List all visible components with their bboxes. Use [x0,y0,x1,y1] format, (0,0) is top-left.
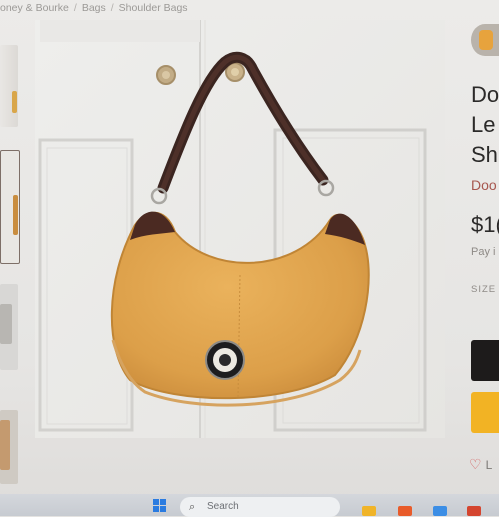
breadcrumb: oney & Bourke / Bags / Shoulder Bags [0,2,360,20]
product-page: oney & Bourke / Bags / Shoulder Bags Do … [0,0,499,517]
buy-now-button[interactable] [471,340,499,381]
breadcrumb-separator: / [110,2,114,14]
breadcrumb-brand[interactable]: oney & Bourke [0,2,69,14]
taskbar-search[interactable]: ⌕ Search [180,497,340,517]
thumbnail-strip [0,40,22,510]
price: $1( [471,212,499,237]
thumbnail-image [0,420,10,470]
pay-installments-text[interactable]: Pay i [471,246,495,258]
file-explorer-icon[interactable] [362,506,376,516]
make-offer-button[interactable] [471,392,499,433]
thumbnail-image [0,304,12,344]
product-title-line-2: Le [471,112,496,137]
avatar-image [479,30,493,50]
product-title-line-1: Do [471,82,499,107]
thumbnail-2-selected[interactable] [0,150,20,264]
taskbar-app-icon[interactable] [467,506,481,516]
heart-icon: ♡ [469,456,482,472]
thumbnail-3[interactable] [0,284,18,370]
breadcrumb-bags[interactable]: Bags [82,2,106,14]
windows-start-icon[interactable] [153,499,167,513]
product-title-line-3: Sh [471,142,498,167]
thumbnail-image [13,195,18,235]
taskbar-app-icon[interactable] [398,506,412,516]
seller-avatar[interactable] [471,24,499,56]
like-button[interactable]: ♡ L [469,456,492,473]
brand-link[interactable]: Doo [471,177,497,193]
breadcrumb-separator: / [73,2,77,14]
breadcrumb-shoulder-bags[interactable]: Shoulder Bags [119,2,188,14]
size-label: SIZE [471,284,497,295]
like-label: L [485,458,493,472]
bag-photo [35,20,445,438]
main-product-image[interactable] [35,20,445,438]
thumbnail-image [12,91,17,113]
taskbar-app-icon[interactable] [433,506,447,516]
taskbar-search-label: Search [207,501,239,512]
search-icon: ⌕ [189,501,196,513]
thumbnail-1[interactable] [0,45,18,127]
thumbnail-4[interactable] [0,410,18,484]
taskbar: ⌕ Search [0,494,499,517]
